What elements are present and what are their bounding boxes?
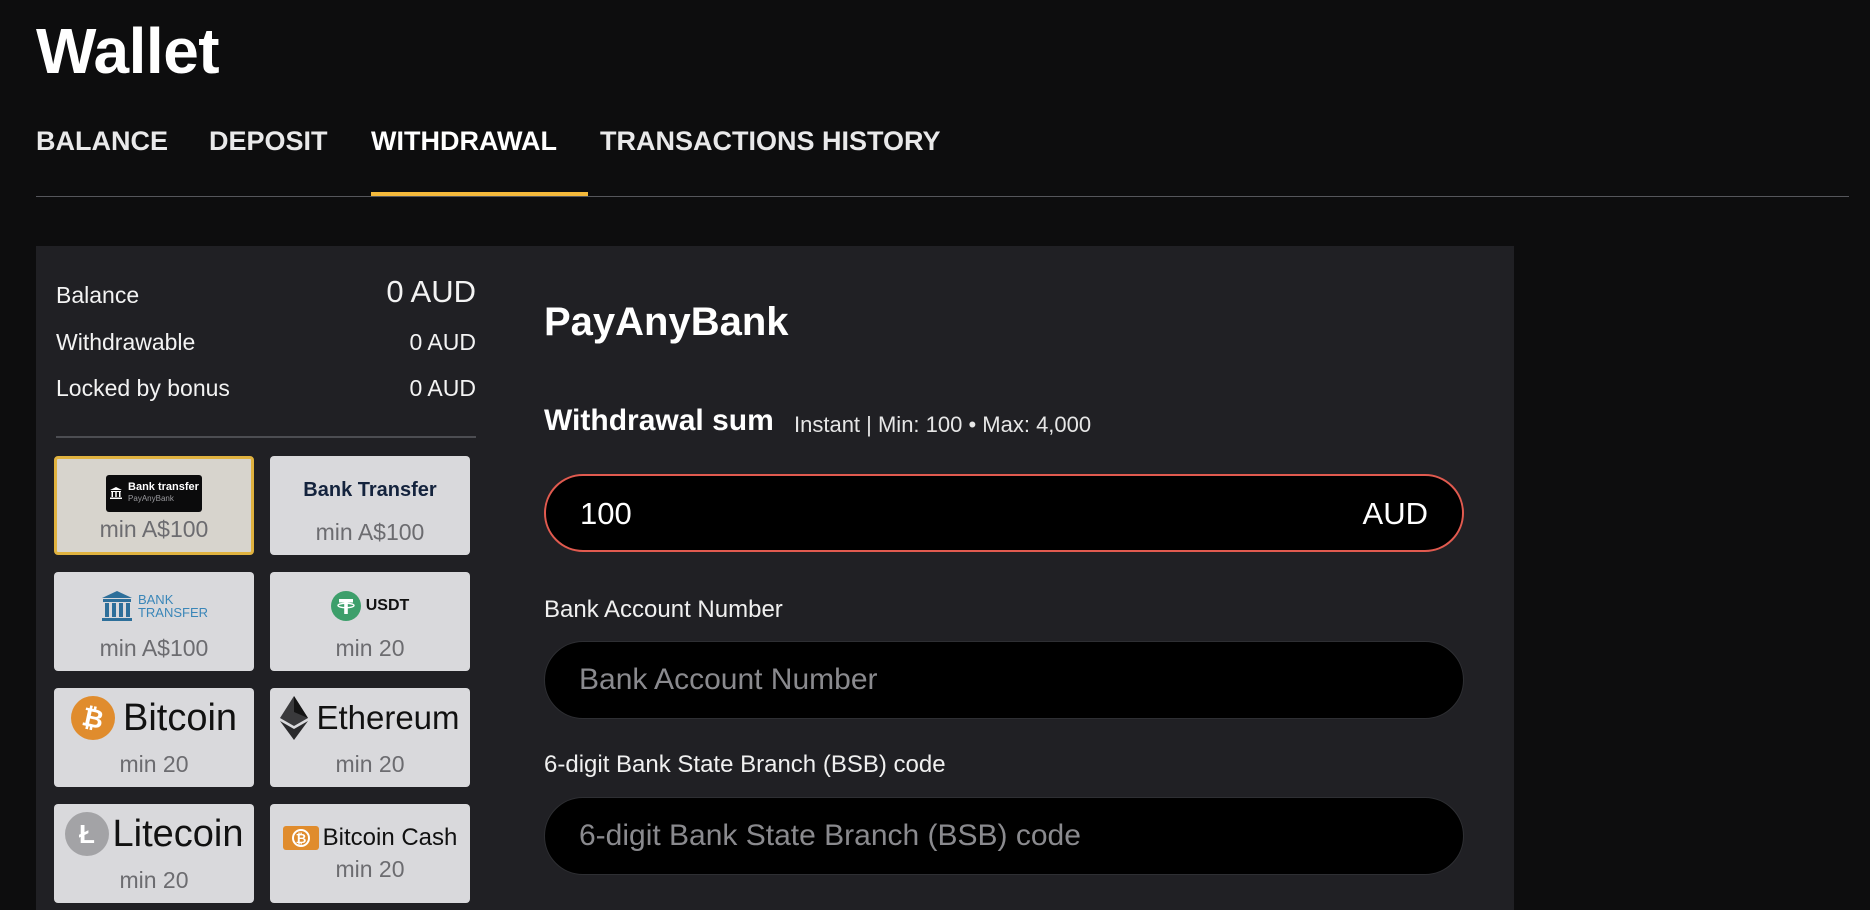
bsb-code-label: 6-digit Bank State Branch (BSB) code bbox=[544, 751, 946, 778]
bank-transfer-logo: Bank Transfer bbox=[270, 470, 470, 510]
active-tab-indicator bbox=[371, 192, 588, 196]
ethereum-icon bbox=[280, 696, 309, 740]
balance-row: Balance 0 AUD bbox=[56, 274, 476, 309]
method-bank-transfer-alt[interactable]: BANK TRANSFER min A$100 bbox=[54, 572, 254, 671]
method-ethereum[interactable]: Ethereum min 20 bbox=[270, 688, 470, 787]
bank-columns-icon bbox=[101, 591, 132, 621]
method-min: min 20 bbox=[335, 856, 405, 882]
currency-label: AUD bbox=[1362, 496, 1428, 531]
logo-text: Bitcoin Cash bbox=[322, 824, 458, 851]
logo-text: Bank Transfer bbox=[303, 478, 437, 501]
logo-subtext: PayAnyBank bbox=[128, 494, 174, 503]
balance-value: 0 AUD bbox=[386, 274, 476, 309]
logo-text: Litecoin bbox=[112, 812, 244, 855]
summary-divider bbox=[56, 436, 476, 438]
bank-transfer-alt-logo: BANK TRANSFER bbox=[54, 586, 254, 626]
withdrawal-amount-field[interactable]: 100 AUD bbox=[544, 474, 1464, 552]
tether-icon bbox=[330, 591, 361, 621]
locked-by-bonus-value: 0 AUD bbox=[409, 375, 476, 401]
bitcoin-icon: ₿ bbox=[70, 696, 115, 740]
tab-withdrawal[interactable]: WITHDRAWAL bbox=[371, 126, 557, 157]
withdrawable-label: Withdrawable bbox=[56, 329, 196, 355]
method-min: min A$100 bbox=[99, 516, 209, 542]
selected-method-title: PayAnyBank bbox=[544, 300, 789, 344]
logo-text: Bank transfer bbox=[128, 481, 199, 493]
logo-text: USDT bbox=[365, 597, 410, 614]
withdrawal-form-panel: PayAnyBank Withdrawal sum Instant | Min:… bbox=[496, 246, 1514, 910]
method-usdt[interactable]: USDT min 20 bbox=[270, 572, 470, 671]
logo-subtext: TRANSFER bbox=[137, 605, 209, 620]
bitcoin-cash-icon: ₿ bbox=[282, 826, 319, 850]
bitcoin-cash-logo: ₿ Bitcoin Cash bbox=[270, 822, 470, 854]
locked-by-bonus-row: Locked by bonus 0 AUD bbox=[56, 375, 476, 402]
withdrawal-sum-label: Withdrawal sum bbox=[544, 404, 774, 437]
tab-deposit[interactable]: DEPOSIT bbox=[209, 126, 328, 157]
method-min: min 20 bbox=[119, 867, 189, 893]
litecoin-logo: Ł Litecoin bbox=[54, 812, 254, 856]
logo-text: Bitcoin bbox=[122, 696, 238, 739]
balance-label: Balance bbox=[56, 282, 140, 308]
method-min: min 20 bbox=[335, 635, 405, 661]
tab-transactions-history[interactable]: TRANSACTIONS HISTORY bbox=[600, 126, 941, 157]
method-min: min 20 bbox=[119, 751, 189, 777]
ethereum-logo: Ethereum bbox=[270, 696, 470, 740]
tab-balance[interactable]: BALANCE bbox=[36, 126, 168, 157]
method-litecoin[interactable]: Ł Litecoin min 20 bbox=[54, 804, 254, 903]
bank-building-icon bbox=[110, 487, 123, 499]
page-title: Wallet bbox=[36, 15, 220, 87]
withdrawal-methods-panel: Balance 0 AUD Withdrawable 0 AUD Locked … bbox=[36, 246, 496, 910]
method-min: min 20 bbox=[335, 751, 405, 777]
method-bitcoin[interactable]: ₿ Bitcoin min 20 bbox=[54, 688, 254, 787]
bitcoin-logo: ₿ Bitcoin bbox=[54, 696, 254, 740]
withdrawable-row: Withdrawable 0 AUD bbox=[56, 329, 476, 356]
withdrawal-amount-value[interactable]: 100 bbox=[580, 496, 632, 532]
method-payanybank[interactable]: Bank transfer PayAnyBank min A$100 bbox=[54, 456, 254, 555]
bsb-code-input[interactable] bbox=[544, 797, 1464, 875]
wallet-tabs: BALANCE DEPOSIT WITHDRAWAL TRANSACTIONS … bbox=[36, 110, 1849, 197]
litecoin-icon: Ł bbox=[64, 812, 109, 856]
withdrawable-value: 0 AUD bbox=[409, 329, 476, 355]
svg-text:Ł: Ł bbox=[79, 819, 95, 849]
logo-text: Ethereum bbox=[316, 699, 460, 736]
method-bitcoin-cash[interactable]: ₿ Bitcoin Cash min 20 bbox=[270, 804, 470, 903]
method-min: min A$100 bbox=[315, 519, 425, 545]
usdt-logo: USDT bbox=[270, 586, 470, 626]
bank-account-label: Bank Account Number bbox=[544, 596, 783, 623]
payanybank-logo: Bank transfer PayAnyBank bbox=[57, 473, 251, 513]
withdrawal-limits: Instant | Min: 100 • Max: 4,000 bbox=[794, 412, 1092, 437]
locked-by-bonus-label: Locked by bonus bbox=[56, 375, 230, 401]
method-min: min A$100 bbox=[99, 635, 209, 661]
method-bank-transfer[interactable]: Bank Transfer min A$100 bbox=[270, 456, 470, 555]
bank-account-input[interactable] bbox=[544, 641, 1464, 719]
svg-text:₿: ₿ bbox=[295, 831, 306, 846]
